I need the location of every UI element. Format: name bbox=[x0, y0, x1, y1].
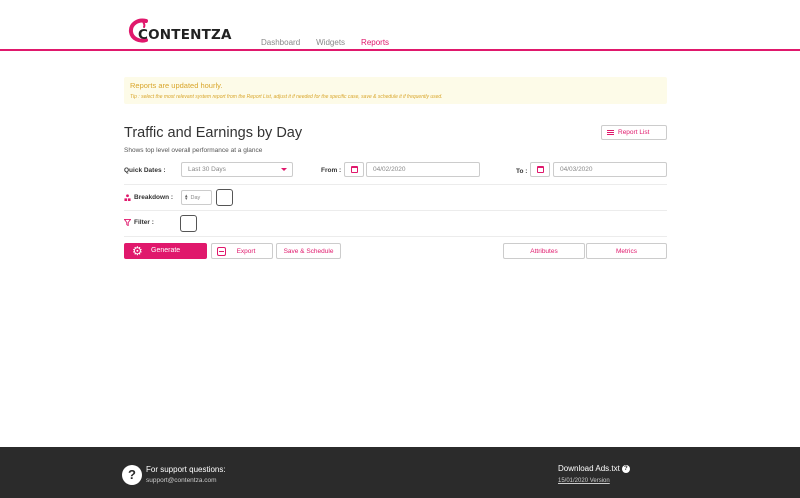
breakdown-value: Day bbox=[190, 194, 201, 201]
generate-button[interactable]: ⚙ Generate bbox=[124, 243, 207, 259]
attributes-label: Attributes bbox=[530, 247, 558, 255]
from-calendar-button[interactable] bbox=[344, 162, 364, 177]
footer bbox=[0, 447, 800, 498]
notice-tip: Tip : select the most relevant system re… bbox=[130, 94, 443, 100]
breakdown-add-button[interactable] bbox=[216, 189, 233, 206]
save-schedule-button[interactable]: Save & Schedule bbox=[276, 243, 341, 259]
report-list-label: Report List bbox=[618, 129, 650, 136]
download-ads-link[interactable]: Download Ads.txt ? bbox=[558, 464, 630, 473]
logo-text: CONTENTZA bbox=[138, 27, 232, 43]
from-date-input[interactable] bbox=[366, 162, 480, 177]
version-label: 15/01/2020 Version bbox=[558, 478, 610, 484]
from-label: From : bbox=[321, 167, 342, 174]
page-subtitle: Shows top level overall performance at a… bbox=[124, 147, 263, 154]
calendar-icon bbox=[536, 166, 544, 173]
filter-add-button[interactable] bbox=[180, 215, 197, 232]
breakdown-label: Breakdown : bbox=[134, 194, 174, 201]
chevron-down-icon bbox=[281, 168, 287, 171]
breakdown-icon bbox=[124, 194, 131, 201]
filter-icon bbox=[124, 219, 131, 226]
list-icon bbox=[607, 129, 614, 136]
support-title: For support questions: bbox=[146, 465, 226, 474]
attributes-button[interactable]: Attributes bbox=[503, 243, 585, 259]
update-notice: Reports are updated hourly. Tip : select… bbox=[124, 77, 667, 104]
metrics-button[interactable]: Metrics bbox=[586, 243, 667, 259]
to-calendar-button[interactable] bbox=[530, 162, 550, 177]
export-label: Export bbox=[236, 247, 256, 255]
to-label: To : bbox=[516, 168, 528, 175]
breakdown-select[interactable]: ▴ ▾ Day bbox=[181, 190, 212, 205]
page-title: Traffic and Earnings by Day bbox=[124, 125, 303, 141]
top-header: CONTENTZA Dashboard Widgets Reports bbox=[0, 0, 800, 51]
nav-item-reports[interactable]: Reports bbox=[361, 38, 389, 47]
filter-label: Filter : bbox=[134, 219, 154, 226]
quick-dates-select[interactable]: Last 30 Days bbox=[181, 162, 293, 177]
nav-item-widgets[interactable]: Widgets bbox=[316, 38, 345, 47]
notice-title: Reports are updated hourly. bbox=[130, 81, 223, 90]
support-email-link[interactable]: support@contentza.com bbox=[146, 477, 217, 484]
report-list-button[interactable]: Report List bbox=[601, 125, 667, 140]
nav-item-dashboard[interactable]: Dashboard bbox=[261, 38, 300, 47]
save-schedule-label: Save & Schedule bbox=[283, 247, 334, 255]
divider bbox=[124, 236, 667, 237]
export-icon bbox=[217, 247, 226, 256]
export-button[interactable]: Export bbox=[211, 243, 273, 259]
sort-updown-icon: ▴ ▾ bbox=[185, 192, 188, 202]
main-nav: Dashboard Widgets Reports bbox=[261, 38, 389, 47]
quick-dates-label: Quick Dates : bbox=[124, 167, 166, 174]
question-icon: ? bbox=[122, 465, 142, 485]
help-icon: ? bbox=[621, 464, 630, 473]
generate-label: Generate bbox=[151, 247, 181, 254]
to-date-input[interactable] bbox=[553, 162, 667, 177]
quick-dates-value: Last 30 Days bbox=[188, 166, 226, 173]
download-ads-label: Download Ads.txt bbox=[558, 464, 620, 473]
divider bbox=[124, 210, 667, 211]
calendar-icon bbox=[350, 166, 358, 173]
metrics-label: Metrics bbox=[616, 247, 637, 255]
divider bbox=[124, 184, 667, 185]
gear-icon: ⚙ bbox=[132, 244, 143, 258]
